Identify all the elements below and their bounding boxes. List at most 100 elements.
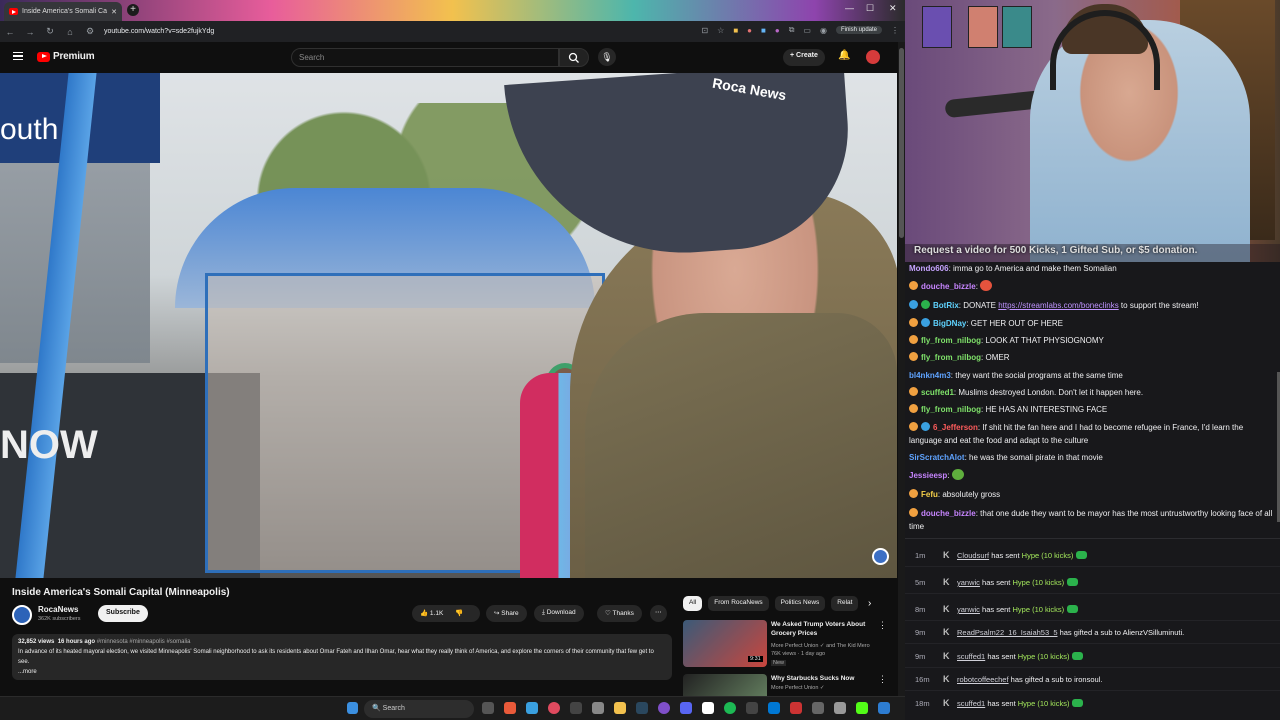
thanks-button[interactable]: ♡ Thanks (597, 605, 642, 622)
app-icon[interactable] (768, 702, 780, 714)
chip-related[interactable]: Relat (831, 596, 859, 611)
finish-update-button[interactable]: Finish update (835, 26, 882, 34)
taskbar-search[interactable]: 🔍 Search (364, 700, 474, 718)
forward-icon[interactable]: → (20, 27, 40, 37)
site-info-icon[interactable]: ⚙ (80, 26, 100, 37)
youtube-logo[interactable]: Premium (37, 51, 95, 62)
chrome-icon[interactable] (548, 702, 560, 714)
event-user[interactable]: robotcoffeechef (957, 675, 1009, 684)
event-user[interactable]: ReadPsalm22_16_Isaiah53_5 (957, 628, 1058, 637)
recommended-video[interactable]: 9:31 We Asked Trump Voters About Grocery… (683, 620, 893, 668)
chat-username[interactable]: BigDNay (933, 319, 966, 328)
search-button[interactable] (559, 48, 589, 67)
description-box[interactable]: 32,852 views 16 hours ago #minnesota #mi… (12, 634, 672, 680)
show-more-link[interactable]: ...more (18, 667, 666, 677)
chat-message: douche_bizzle: (909, 278, 1274, 295)
more-vert-icon[interactable]: ⋮ (878, 620, 887, 631)
event-user[interactable]: yanwic (957, 605, 980, 614)
chat-username[interactable]: douche_bizzle (921, 509, 976, 518)
app-icon[interactable] (526, 702, 538, 714)
scrollbar-thumb[interactable] (899, 48, 904, 238)
chat-username[interactable]: Jessieesp (909, 471, 947, 480)
create-button[interactable]: + Create (783, 49, 825, 66)
app-icon[interactable] (812, 702, 824, 714)
kick-icon[interactable] (856, 702, 868, 714)
chip-from-channel[interactable]: From RocaNews (708, 596, 769, 611)
channel-watermark-icon[interactable] (872, 548, 889, 565)
subscribe-button[interactable]: Subscribe (98, 605, 148, 622)
more-actions-button[interactable]: ⋯ (650, 605, 667, 622)
chat-username[interactable]: bl4nkn4m3 (909, 371, 951, 380)
channel-name[interactable]: RocaNews (38, 605, 78, 614)
hamburger-menu-icon[interactable] (13, 52, 23, 60)
close-window-icon[interactable]: ✕ (889, 3, 897, 14)
app-icon[interactable] (878, 702, 890, 714)
extension-icon[interactable]: ● (747, 26, 752, 35)
extension-icon[interactable]: ● (775, 26, 780, 35)
app-icon[interactable] (504, 702, 516, 714)
close-tab-icon[interactable]: ✕ (111, 8, 117, 16)
task-view-icon[interactable] (482, 702, 494, 714)
search-input[interactable]: Search (291, 48, 559, 67)
extension-icon[interactable]: ■ (761, 26, 766, 35)
minimize-icon[interactable]: — (845, 3, 854, 13)
home-icon[interactable]: ⌂ (60, 27, 80, 37)
sidebar-icon[interactable]: ▭ (803, 26, 811, 35)
address-input[interactable]: youtube.com/watch?v=sde2fujkYdg (104, 28, 214, 35)
start-windows-icon[interactable] (347, 702, 358, 714)
share-button[interactable]: ↪ Share (486, 605, 527, 622)
video-player[interactable]: outh NOW Roca News (0, 73, 897, 578)
hashtags[interactable]: #minnesota #minneapolis #somalia (97, 639, 191, 645)
maximize-icon[interactable]: ☐ (866, 3, 874, 14)
back-icon[interactable]: ← (0, 27, 20, 37)
voice-search-icon[interactable]: 🎙 (598, 48, 616, 66)
page-scrollbar[interactable] (898, 42, 905, 696)
chat-username[interactable]: Mondo606 (909, 264, 949, 273)
profile-icon[interactable]: ◉ (820, 26, 827, 35)
chip-all[interactable]: All (683, 596, 703, 611)
chat-username[interactable]: scuffed1 (921, 388, 954, 397)
chat-username[interactable]: fly_from_nilbog (921, 405, 981, 414)
chat-username[interactable]: SirScratchAlot (909, 453, 965, 462)
chip-politics[interactable]: Politics News (774, 596, 826, 611)
recommended-video[interactable]: Why Starbucks Sucks Now More Perfect Uni… (683, 674, 893, 696)
chat-username[interactable]: fly_from_nilbog (921, 336, 981, 345)
event-user[interactable]: Cloudsurf (957, 551, 989, 560)
chat-link[interactable]: https://streamlabs.com/boneclinks (998, 301, 1119, 310)
more-menu-icon[interactable]: ⋮ (891, 26, 899, 35)
bookmark-star-icon[interactable]: ☆ (717, 26, 724, 35)
spotify-icon[interactable] (724, 702, 736, 714)
notifications-bell-icon[interactable]: 🔔 (838, 50, 850, 61)
chat-username[interactable]: Fefu (921, 490, 938, 499)
chat-username[interactable]: douche_bizzle (921, 282, 976, 291)
download-button[interactable]: ⤓ Download (534, 605, 584, 622)
extensions-puzzle-icon[interactable]: ⧉ (789, 25, 795, 35)
app-icon[interactable] (834, 702, 846, 714)
channel-avatar[interactable] (12, 605, 32, 625)
app-icon[interactable] (746, 702, 758, 714)
user-avatar[interactable] (866, 50, 880, 64)
like-button[interactable]: 👍 1.1K (420, 610, 443, 617)
chat-username[interactable]: 6_Jefferson (933, 423, 978, 432)
obs-icon[interactable] (702, 702, 714, 714)
more-vert-icon[interactable]: ⋮ (878, 674, 887, 685)
new-tab-button[interactable]: + (127, 4, 139, 16)
install-icon[interactable]: ⊡ (701, 26, 708, 35)
app-icon[interactable] (658, 702, 670, 714)
chat-username[interactable]: BotRix (933, 301, 959, 310)
file-explorer-icon[interactable] (614, 702, 626, 714)
event-user[interactable]: scuffed1 (957, 699, 985, 708)
app-icon[interactable] (592, 702, 604, 714)
steam-icon[interactable] (636, 702, 648, 714)
event-user[interactable]: yanwic (957, 578, 980, 587)
event-user[interactable]: scuffed1 (957, 652, 985, 661)
extension-icon[interactable]: ■ (733, 26, 738, 35)
app-icon[interactable] (790, 702, 802, 714)
tab-youtube[interactable]: Inside America's Somali Ca ✕ (4, 2, 122, 21)
dislike-button[interactable]: 👎 (455, 610, 463, 617)
chevron-right-icon[interactable]: › (868, 598, 871, 609)
chat-username[interactable]: fly_from_nilbog (921, 353, 981, 362)
discord-icon[interactable] (680, 702, 692, 714)
app-icon[interactable] (570, 702, 582, 714)
reload-icon[interactable]: ↻ (40, 26, 60, 37)
